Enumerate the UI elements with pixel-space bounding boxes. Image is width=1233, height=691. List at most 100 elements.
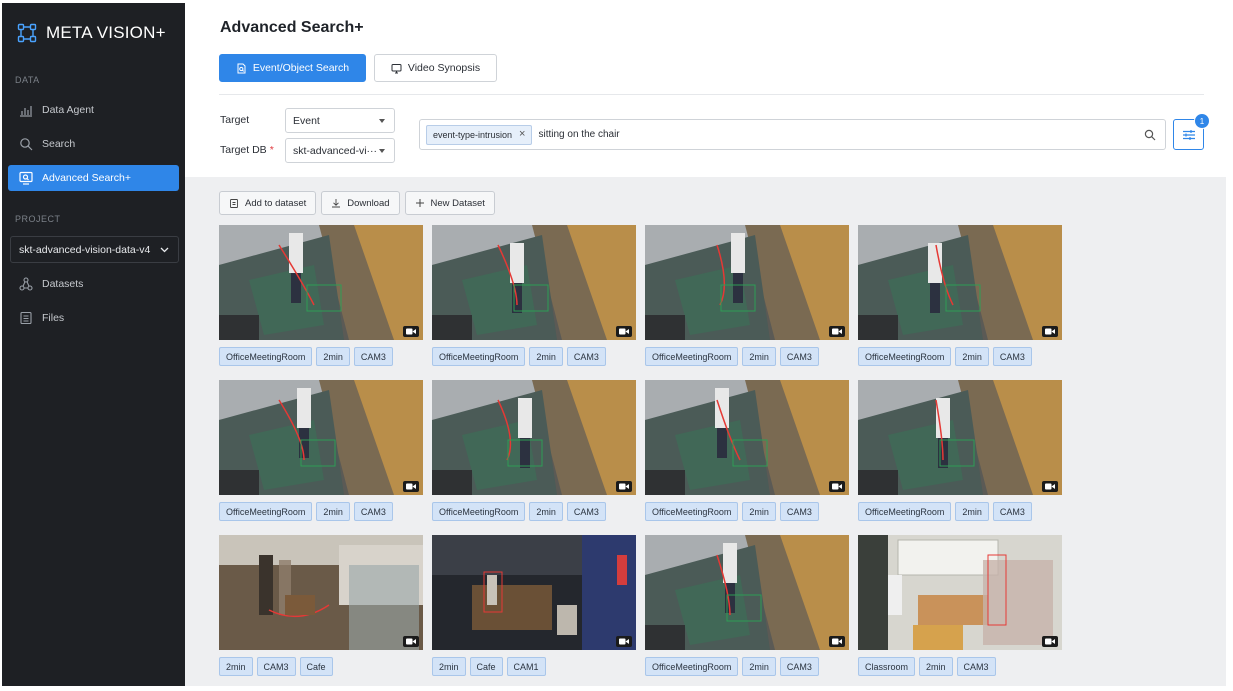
metadata-tag[interactable]: OfficeMeetingRoom — [645, 502, 739, 521]
thumbnail-image — [858, 380, 1062, 495]
metadata-tag[interactable]: 2min — [432, 657, 466, 676]
video-thumbnail[interactable] — [645, 380, 849, 495]
tag-list: OfficeMeetingRoom 2min CAM3 — [219, 347, 393, 366]
tab-event-object-search[interactable]: Event/Object Search — [219, 54, 366, 82]
tag-list: 2min CAM3 Cafe — [219, 657, 333, 676]
search-icon[interactable] — [1144, 129, 1156, 141]
metadata-tag[interactable]: OfficeMeetingRoom — [645, 347, 739, 366]
sidebar-item-advanced-search[interactable]: Advanced Search+ — [8, 165, 179, 191]
metadata-tag[interactable]: CAM3 — [353, 347, 393, 366]
metadata-tag[interactable]: CAM1 — [506, 657, 546, 676]
metadata-tag[interactable]: CAM3 — [992, 502, 1032, 521]
sidebar-item-search[interactable]: Search — [8, 131, 179, 157]
video-thumbnail[interactable] — [219, 380, 423, 495]
metadata-tag[interactable]: CAM3 — [566, 347, 606, 366]
metadata-tag[interactable]: CAM3 — [956, 657, 996, 676]
result-card[interactable]: 2min CAM3 Cafe — [219, 535, 423, 676]
project-select[interactable]: skt-advanced-vision-data-v4 — [10, 236, 179, 263]
brand[interactable]: META VISION+ — [17, 21, 166, 45]
video-thumbnail[interactable] — [645, 535, 849, 650]
result-card[interactable]: OfficeMeetingRoom 2min CAM3 — [432, 380, 636, 521]
download-button[interactable]: Download — [321, 191, 400, 215]
document-search-icon — [237, 63, 246, 73]
video-camera-icon — [616, 481, 632, 492]
search-chip: event-type-intrusion × — [426, 124, 533, 145]
metadata-tag[interactable]: OfficeMeetingRoom — [432, 347, 526, 366]
metadata-tag[interactable]: 2min — [955, 347, 989, 366]
target-select[interactable]: Event — [285, 108, 395, 133]
metadata-tag[interactable]: 2min — [529, 502, 563, 521]
metadata-tag[interactable]: 2min — [955, 502, 989, 521]
thumbnail-image — [432, 535, 636, 650]
metadata-tag[interactable]: CAM3 — [992, 347, 1032, 366]
add-to-dataset-button[interactable]: Add to dataset — [219, 191, 317, 215]
result-card[interactable]: OfficeMeetingRoom 2min CAM3 — [645, 380, 849, 521]
metadata-tag[interactable]: 2min — [919, 657, 953, 676]
result-card[interactable]: OfficeMeetingRoom 2min CAM3 — [219, 225, 423, 366]
metadata-tag[interactable]: Classroom — [858, 657, 916, 676]
metadata-tag[interactable]: 2min — [316, 502, 350, 521]
video-thumbnail[interactable] — [645, 225, 849, 340]
project-select-value: skt-advanced-vision-data-v4 — [19, 243, 151, 256]
result-card[interactable]: OfficeMeetingRoom 2min CAM3 — [219, 380, 423, 521]
tag-list: OfficeMeetingRoom 2min CAM3 — [858, 502, 1032, 521]
video-thumbnail[interactable] — [858, 535, 1062, 650]
result-card[interactable]: OfficeMeetingRoom 2min CAM3 — [858, 225, 1062, 366]
metadata-tag[interactable]: OfficeMeetingRoom — [858, 502, 952, 521]
metadata-tag[interactable]: OfficeMeetingRoom — [432, 502, 526, 521]
metadata-tag[interactable]: 2min — [219, 657, 253, 676]
sidebar-item-label: Files — [42, 312, 65, 324]
sidebar-item-data-agent[interactable]: Data Agent — [8, 97, 179, 123]
metadata-tag[interactable]: 2min — [742, 502, 776, 521]
sidebar-item-datasets[interactable]: Datasets — [8, 271, 179, 297]
sidebar-item-label: Datasets — [42, 278, 84, 290]
video-thumbnail[interactable] — [432, 380, 636, 495]
result-card[interactable]: OfficeMeetingRoom 2min CAM3 — [432, 225, 636, 366]
metadata-tag[interactable]: 2min — [316, 347, 350, 366]
result-card[interactable]: 2min Cafe CAM1 — [432, 535, 636, 676]
target-db-label-text: Target DB — [220, 144, 267, 156]
metadata-tag[interactable]: 2min — [529, 347, 563, 366]
result-card[interactable]: OfficeMeetingRoom 2min CAM3 — [645, 225, 849, 366]
target-db-select[interactable]: skt-advanced-vi··· — [285, 138, 395, 163]
video-thumbnail[interactable] — [858, 225, 1062, 340]
thumbnail-image — [432, 380, 636, 495]
video-thumbnail[interactable] — [432, 225, 636, 340]
thumbnail-image — [219, 225, 423, 340]
video-thumbnail[interactable] — [219, 535, 423, 650]
video-thumbnail[interactable] — [432, 535, 636, 650]
metadata-tag[interactable]: CAM3 — [779, 502, 819, 521]
sidebar: META VISION+ DATA Data Agent Search Adva… — [2, 3, 185, 686]
metadata-tag[interactable]: OfficeMeetingRoom — [219, 347, 313, 366]
metadata-tag[interactable]: CAM3 — [256, 657, 296, 676]
result-card[interactable]: OfficeMeetingRoom 2min CAM3 — [645, 535, 849, 676]
metadata-tag[interactable]: 2min — [742, 347, 776, 366]
metadata-tag[interactable]: OfficeMeetingRoom — [219, 502, 313, 521]
metadata-tag[interactable]: CAM3 — [779, 347, 819, 366]
metadata-tag[interactable]: Cafe — [299, 657, 333, 676]
metadata-tag[interactable]: CAM3 — [353, 502, 393, 521]
close-icon[interactable]: × — [519, 129, 525, 140]
header-divider — [219, 94, 1204, 95]
video-thumbnail[interactable] — [858, 380, 1062, 495]
metadata-tag[interactable]: OfficeMeetingRoom — [645, 657, 739, 676]
button-label: Add to dataset — [245, 197, 307, 209]
metadata-tag[interactable]: 2min — [742, 657, 776, 676]
sidebar-item-label: Advanced Search+ — [42, 172, 132, 184]
metadata-tag[interactable]: Cafe — [469, 657, 503, 676]
new-dataset-button[interactable]: New Dataset — [404, 191, 495, 215]
result-card[interactable]: Classroom 2min CAM3 — [858, 535, 1062, 676]
search-input[interactable]: event-type-intrusion × sitting on the ch… — [419, 119, 1166, 150]
video-camera-icon — [403, 636, 419, 647]
tab-video-synopsis[interactable]: Video Synopsis — [374, 54, 497, 82]
video-thumbnail[interactable] — [219, 225, 423, 340]
target-select-value: Event — [293, 114, 320, 127]
result-card[interactable]: OfficeMeetingRoom 2min CAM3 — [858, 380, 1062, 521]
video-camera-icon — [1042, 326, 1058, 337]
metadata-tag[interactable]: CAM3 — [779, 657, 819, 676]
metadata-tag[interactable]: OfficeMeetingRoom — [858, 347, 952, 366]
thumbnail-image — [219, 380, 423, 495]
metadata-tag[interactable]: CAM3 — [566, 502, 606, 521]
sidebar-item-files[interactable]: Files — [8, 305, 179, 331]
video-camera-icon — [403, 326, 419, 337]
